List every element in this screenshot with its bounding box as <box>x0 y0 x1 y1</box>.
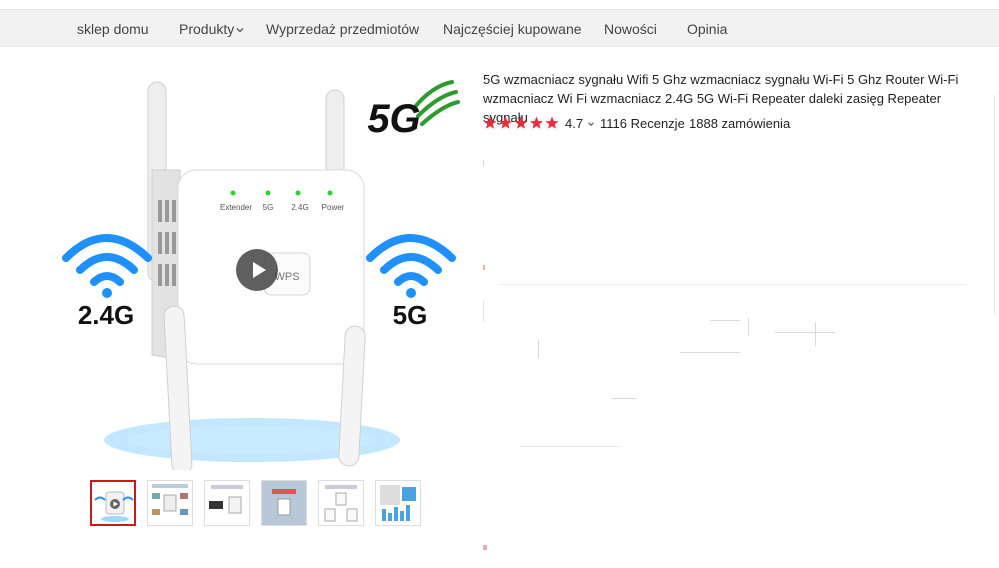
ghost-mark <box>748 318 749 336</box>
divider <box>500 284 966 285</box>
nav-clearance[interactable]: Wyprzedaż przedmiotów <box>266 21 419 37</box>
video-play-button[interactable] <box>236 249 278 291</box>
nav-feedback[interactable]: Opinia <box>687 21 727 37</box>
led-label-power: Power <box>322 203 345 212</box>
thumbnail-3[interactable] <box>204 480 250 526</box>
band-label-5g: 5G <box>393 300 428 330</box>
ghost-mark <box>538 340 539 358</box>
rating-number: 4.7 <box>565 116 584 131</box>
led-label-extender: Extender <box>220 203 252 212</box>
rating-value[interactable]: 4.7 <box>565 116 595 131</box>
ghost-mark <box>483 265 485 270</box>
nav-bestsellers[interactable]: Najczęściej kupowane <box>443 21 582 37</box>
nav-new-arrivals[interactable]: Nowości <box>604 21 657 37</box>
wps-button-label: WPS <box>274 271 299 283</box>
ghost-mark <box>680 352 740 353</box>
thumbnail-1[interactable] <box>90 480 136 526</box>
product-main-image[interactable]: Extender 5G 2.4G Power WPS 2.4G 5G 5G <box>52 60 472 475</box>
reviews-link[interactable]: 1116 Recenzje <box>600 116 685 131</box>
5g-logo-text: 5G <box>367 97 420 141</box>
thumbnail-2[interactable] <box>147 480 193 526</box>
thumbnail-5[interactable] <box>318 480 364 526</box>
chevron-down-icon <box>587 122 594 126</box>
rating-stars-icon <box>483 116 559 129</box>
thumbnail-4[interactable] <box>261 480 307 526</box>
ghost-mark <box>612 398 636 399</box>
ghost-mark <box>815 322 816 346</box>
ghost-mark <box>483 300 484 322</box>
nav-products[interactable]: Produkty <box>179 21 245 37</box>
top-navigation: sklep domu Produkty Wyprzedaż przedmiotó… <box>0 10 999 47</box>
band-label-24g: 2.4G <box>78 300 134 330</box>
chevron-down-icon <box>236 28 244 33</box>
wifi-icon-right <box>366 234 456 298</box>
5g-logo-icon: 5G <box>367 80 460 141</box>
ghost-mark <box>483 160 484 166</box>
orders-count: 1888 zamówienia <box>689 116 791 131</box>
top-strip <box>0 0 999 10</box>
ghost-mark <box>710 320 740 321</box>
wifi-icon-left <box>62 234 152 298</box>
led-label-5g: 5G <box>263 203 274 212</box>
ghost-mark <box>775 332 835 333</box>
play-icon <box>253 262 266 278</box>
ghost-mark <box>483 545 487 550</box>
right-edge-rail <box>994 95 999 315</box>
nav-store-home[interactable]: sklep domu <box>77 21 149 37</box>
thumbnail-6[interactable] <box>375 480 421 526</box>
led-label-24g: 2.4G <box>291 203 308 212</box>
ghost-mark <box>520 446 620 447</box>
nav-products-label: Produkty <box>179 21 235 37</box>
